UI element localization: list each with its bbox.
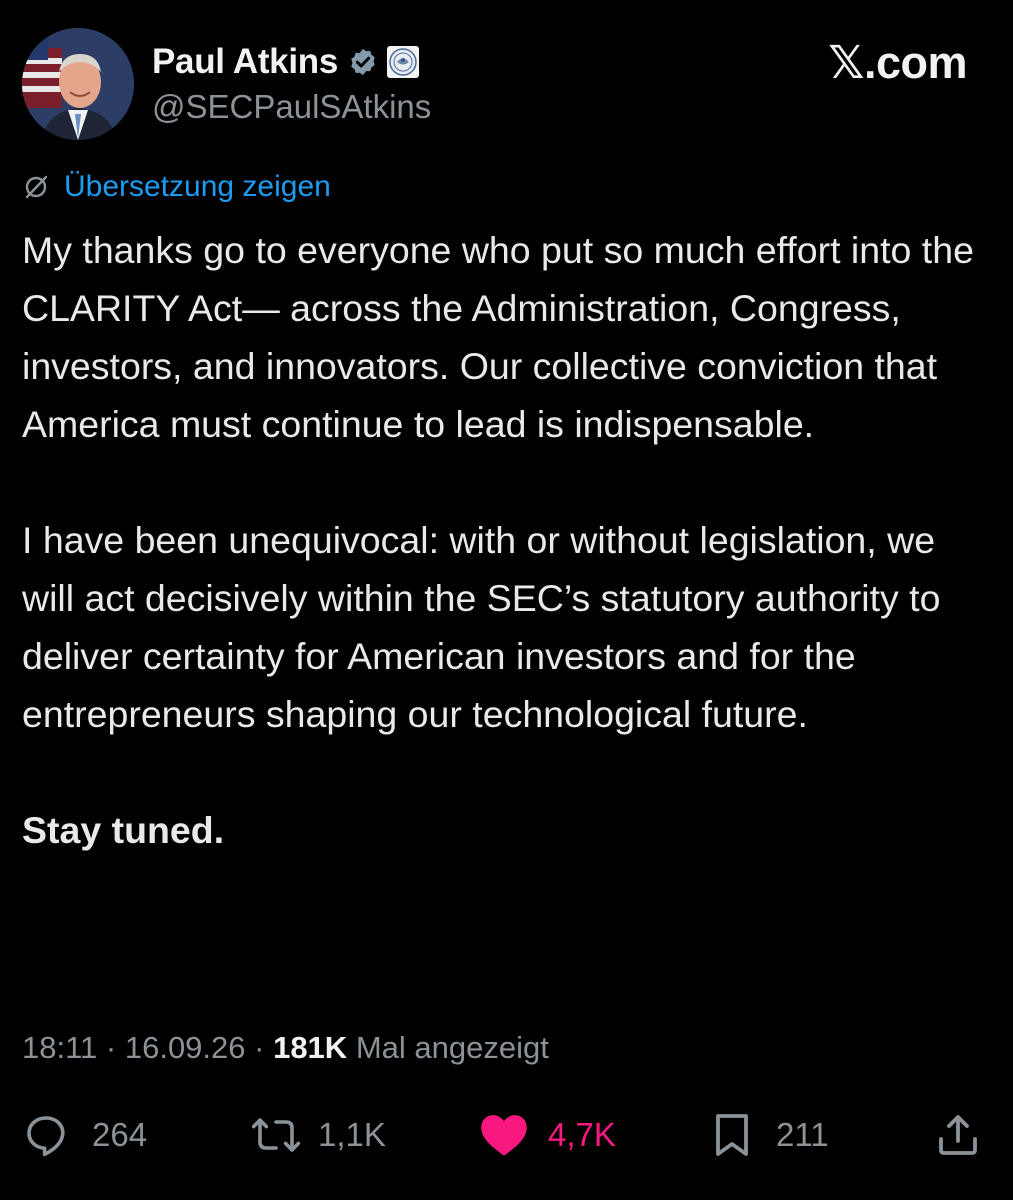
x-logo-icon: 𝕏 bbox=[828, 36, 864, 89]
bookmark-icon bbox=[716, 1114, 748, 1156]
post-meta: 18:11 · 16.09.26 · 181K Mal angezeigt bbox=[22, 1030, 549, 1066]
meta-separator: · bbox=[245, 1030, 274, 1065]
like-button[interactable]: 4,7K bbox=[478, 1105, 616, 1165]
post-paragraph-1: My thanks go to everyone who put so much… bbox=[22, 229, 974, 445]
reply-icon bbox=[27, 1116, 65, 1157]
author-handle[interactable]: @SECPaulSAtkins bbox=[152, 88, 431, 126]
author-name-row: Paul Atkins bbox=[152, 38, 420, 86]
reply-button[interactable]: 264 bbox=[22, 1105, 147, 1165]
author-name[interactable]: Paul Atkins bbox=[152, 42, 338, 82]
globe-off-icon bbox=[22, 173, 50, 201]
avatar[interactable] bbox=[22, 28, 134, 140]
heart-icon bbox=[481, 1115, 527, 1156]
repost-icon bbox=[251, 1118, 301, 1152]
brand-domain: .com bbox=[863, 37, 968, 88]
bookmark-count: 211 bbox=[776, 1116, 829, 1153]
view-count-label: Mal angezeigt bbox=[355, 1030, 549, 1065]
action-bar: 264 1,1K 4,7K 211 bbox=[22, 1105, 982, 1165]
share-button[interactable] bbox=[934, 1105, 982, 1165]
post-paragraph-3: Stay tuned. bbox=[22, 809, 225, 851]
share-icon bbox=[939, 1115, 977, 1155]
verified-badge-icon[interactable] bbox=[348, 47, 378, 77]
show-translation-link[interactable]: Übersetzung zeigen bbox=[64, 170, 331, 204]
x-com-logo: 𝕏.com bbox=[828, 36, 967, 89]
post-paragraph-2: I have been unequivocal: with or without… bbox=[22, 519, 941, 735]
bookmark-button[interactable]: 211 bbox=[710, 1105, 829, 1165]
avatar-portrait bbox=[22, 28, 134, 140]
reply-count: 264 bbox=[92, 1116, 148, 1153]
post-time[interactable]: 18:11 bbox=[22, 1030, 97, 1065]
meta-separator: · bbox=[97, 1030, 125, 1065]
post-body: My thanks go to everyone who put so much… bbox=[22, 221, 997, 859]
like-count: 4,7K bbox=[548, 1116, 616, 1153]
post-date[interactable]: 16.09.26 bbox=[125, 1030, 246, 1065]
repost-count: 1,1K bbox=[318, 1116, 386, 1153]
repost-button[interactable]: 1,1K bbox=[250, 1105, 386, 1165]
show-translation[interactable]: Übersetzung zeigen bbox=[22, 170, 331, 204]
view-count: 181K bbox=[273, 1030, 348, 1065]
government-seal-icon[interactable] bbox=[386, 45, 420, 79]
